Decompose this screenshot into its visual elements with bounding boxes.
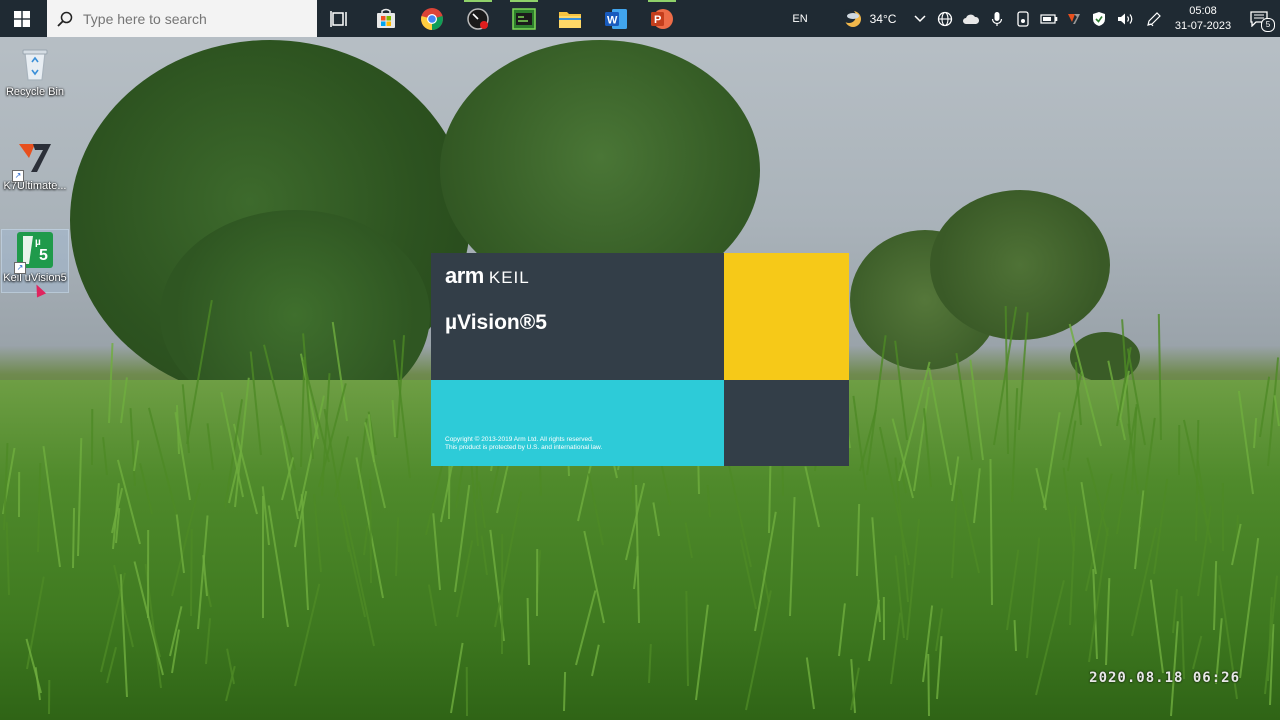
taskbar-microsoft-word[interactable]: W — [593, 0, 639, 37]
clock-date: 31-07-2023 — [1174, 19, 1232, 32]
microphone-icon — [991, 11, 1003, 26]
arm-brand: arm — [445, 263, 484, 288]
battery-icon — [1040, 13, 1058, 24]
shortcut-arrow-icon: ↗ — [12, 170, 24, 182]
taskbar-gauge-app[interactable] — [455, 0, 501, 37]
splash-yellow-panel — [724, 253, 849, 380]
pen-tray[interactable] — [1140, 0, 1168, 37]
desktop-icon-label: Recycle Bin — [5, 86, 65, 98]
taskbar-microsoft-powerpoint[interactable]: P — [639, 0, 685, 37]
taskbar-search-box[interactable] — [47, 0, 317, 37]
clock-time: 05:08 — [1189, 4, 1217, 17]
folder-icon — [559, 11, 581, 28]
arm-keil-logo: arm KEIL — [445, 263, 530, 289]
svg-text:5: 5 — [39, 247, 48, 264]
system-tray: EN 34°C 05:08 31-07-2023 5 — [784, 0, 1280, 37]
splash-dark-panel-lower — [724, 380, 849, 466]
notification-center-button[interactable]: 5 — [1238, 0, 1280, 37]
gauge-icon — [467, 7, 489, 30]
shield-icon — [1093, 11, 1105, 26]
copyright-line: Copyright © 2013-2019 Arm Ltd. All right… — [445, 436, 594, 443]
device-tray[interactable] — [1010, 0, 1036, 37]
taskbar-file-explorer[interactable] — [547, 0, 593, 37]
taskbar: W P EN 34°C — [0, 0, 1280, 37]
desktop-icon-recycle-bin[interactable]: Recycle Bin — [0, 44, 70, 108]
recycle-bin-icon — [22, 49, 48, 81]
chevron-up-icon — [914, 14, 926, 22]
grass-blade — [147, 529, 150, 619]
grass-blade — [1178, 424, 1181, 476]
speaker-icon — [1118, 13, 1133, 24]
taskbar-microsoft-store[interactable] — [363, 0, 409, 37]
grass-blade — [448, 465, 451, 520]
phone-link-icon — [1017, 10, 1029, 27]
battery-tray[interactable] — [1036, 0, 1062, 37]
desktop-icon-label: Keil uVision5 — [3, 272, 67, 284]
powerpoint-letter: P — [654, 14, 661, 26]
photo-date-stamp: 2020.08.18 06:26 — [1089, 670, 1240, 686]
search-icon — [57, 11, 73, 27]
word-letter: W — [607, 14, 618, 26]
keil-uvision-splash-screen: arm KEIL µVision®5 Copyright © 2013-2019… — [431, 253, 849, 466]
keil-brand: KEIL — [488, 268, 530, 287]
copyright-notice: Copyright © 2013-2019 Arm Ltd. All right… — [445, 436, 602, 452]
terminal-icon — [512, 7, 536, 30]
globe-icon — [937, 11, 953, 26]
taskbar-task-view[interactable] — [317, 0, 363, 37]
pen-icon — [1147, 11, 1161, 26]
grass-blade — [262, 496, 264, 618]
word-icon: W — [605, 8, 627, 29]
cloud-icon — [963, 14, 980, 24]
taskbar-clock[interactable]: 05:08 31-07-2023 — [1168, 4, 1238, 34]
temperature: 34°C — [869, 11, 897, 26]
volume-tray[interactable] — [1112, 0, 1140, 37]
task-view-icon — [330, 10, 347, 27]
start-button[interactable] — [0, 0, 44, 37]
taskbar-terminal-app[interactable] — [501, 0, 547, 37]
grass-blade — [48, 679, 51, 715]
store-icon — [377, 8, 395, 28]
desktop-icon-k7ultimate[interactable]: ↗ K7Ultimate... — [0, 138, 70, 200]
product-name: µVision®5 — [445, 311, 547, 334]
language-indicator[interactable]: EN — [784, 0, 816, 37]
microphone-tray[interactable] — [984, 0, 1010, 37]
notification-count-badge: 5 — [1261, 18, 1275, 32]
grass-blade — [18, 471, 21, 518]
grass-blade — [1221, 482, 1224, 552]
taskbar-google-chrome[interactable] — [409, 0, 455, 37]
app-tray-icon[interactable] — [1062, 0, 1086, 37]
weather-widget[interactable]: 34°C — [830, 0, 908, 37]
grass-blade — [465, 666, 468, 717]
weather-moon-icon — [841, 8, 861, 27]
antivirus-tray-icon — [1068, 13, 1080, 24]
security-tray[interactable] — [1086, 0, 1112, 37]
grass-blade — [536, 548, 539, 617]
svg-text:µ: µ — [35, 237, 41, 248]
grass-blade — [882, 596, 885, 641]
search-input[interactable] — [81, 9, 305, 28]
desktop-icon-keil-uvision5[interactable]: 5 µ ↗ Keil uVision5 — [1, 229, 69, 293]
windows-logo-icon — [14, 10, 30, 27]
network-tray[interactable] — [932, 0, 958, 37]
powerpoint-icon: P — [651, 8, 673, 29]
grass-blade — [631, 466, 634, 504]
shortcut-arrow-icon: ↗ — [14, 262, 26, 274]
show-hidden-icons-button[interactable] — [908, 0, 932, 37]
onedrive-tray[interactable] — [958, 0, 984, 37]
copyright-line: This product is protected by U.S. and in… — [445, 444, 603, 451]
grass-blade — [91, 408, 94, 466]
palm-tree — [930, 190, 1110, 340]
splash-cyan-panel — [431, 380, 724, 466]
chrome-icon — [421, 7, 443, 30]
